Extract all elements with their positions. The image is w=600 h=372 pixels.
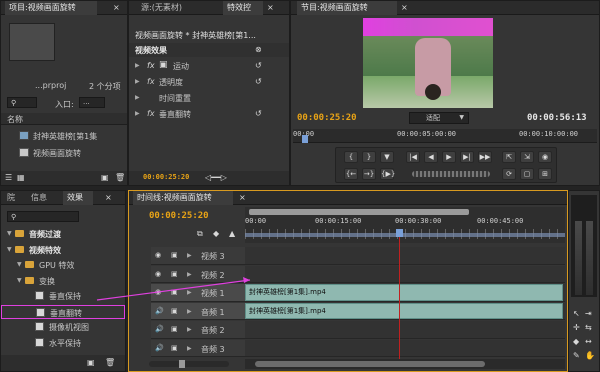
razor-tool-icon[interactable]: ◆ <box>573 337 579 347</box>
hand-tool-icon[interactable]: ✋ <box>585 351 595 361</box>
ripple-edit-tool-icon[interactable]: ✛ <box>573 323 580 333</box>
pen-tool-icon[interactable]: ✎ <box>573 351 580 361</box>
track-select-tool-icon[interactable]: ⇥ <box>585 309 592 319</box>
slip-tool-icon[interactable]: ↔ <box>585 337 592 347</box>
rate-stretch-tool-icon[interactable]: ⇆ <box>585 323 592 333</box>
annotation-arrow <box>96 277 251 301</box>
tools-panel: ↖ ⇥ ✛ ⇆ ◆ ↔ ✎ ✋ <box>568 190 600 372</box>
audio-meters <box>571 195 597 297</box>
selection-tool-icon[interactable]: ↖ <box>573 309 580 319</box>
